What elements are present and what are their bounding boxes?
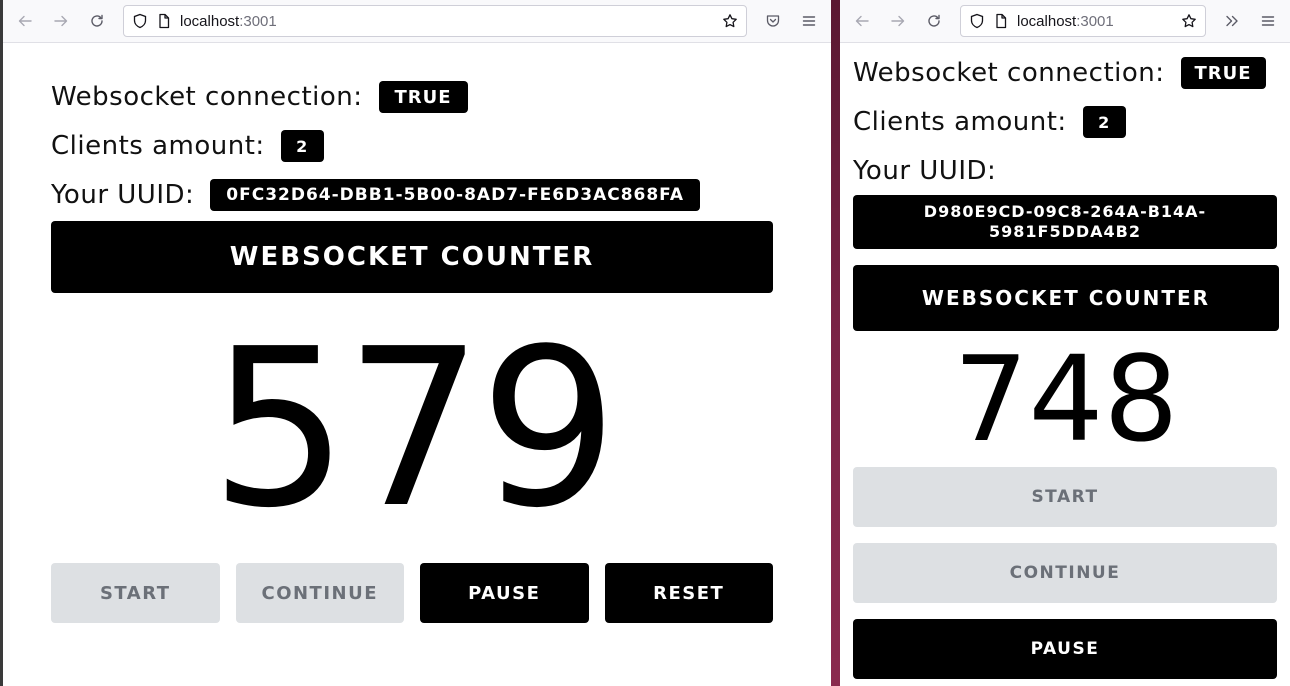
forward-arrow-icon[interactable] (882, 5, 914, 37)
continue-button[interactable]: CONTINUE (853, 543, 1277, 603)
browser-window-right: localhost:3001 Websocket connection: TRU… (840, 0, 1290, 686)
page-icon (156, 13, 172, 29)
browser-toolbar: localhost:3001 (840, 0, 1290, 43)
menu-icon[interactable] (793, 5, 825, 37)
url-bar[interactable]: localhost:3001 (123, 5, 747, 37)
pocket-icon[interactable] (757, 5, 789, 37)
star-icon[interactable] (722, 13, 738, 29)
back-arrow-icon[interactable] (846, 5, 878, 37)
url-text[interactable]: localhost:3001 (180, 13, 714, 30)
reload-icon[interactable] (918, 5, 950, 37)
back-arrow-icon[interactable] (9, 5, 41, 37)
url-host: localhost (1017, 12, 1077, 30)
clients-row: Clients amount: 2 (853, 100, 1278, 144)
websocket-status-row: Websocket connection: TRUE (853, 51, 1278, 95)
desktop: localhost:3001 Websocket connection: TRU… (0, 0, 1290, 686)
clients-count-badge: 2 (1082, 106, 1126, 138)
url-host: localhost (180, 12, 240, 30)
clients-count-badge: 2 (280, 130, 324, 162)
control-buttons: START CONTINUE PAUSE (853, 467, 1277, 679)
page-content: Websocket connection: TRUE Clients amoun… (840, 43, 1290, 679)
websocket-label: Websocket connection: (853, 58, 1165, 88)
url-bar[interactable]: localhost:3001 (960, 5, 1206, 37)
websocket-status-row: Websocket connection: TRUE (51, 77, 775, 117)
websocket-status-badge: TRUE (1180, 57, 1266, 89)
page-title: WEBSOCKET COUNTER (51, 221, 773, 293)
websocket-label: Websocket connection: (51, 82, 363, 112)
menu-icon[interactable] (1252, 5, 1284, 37)
websocket-status-badge: TRUE (378, 81, 468, 113)
page-icon (993, 13, 1009, 29)
browser-toolbar: localhost:3001 (3, 0, 831, 43)
reset-button[interactable]: RESET (604, 563, 773, 623)
url-port: :3001 (239, 12, 277, 30)
url-text[interactable]: localhost:3001 (1017, 13, 1173, 30)
pause-button[interactable]: PAUSE (420, 563, 589, 623)
desktop-background-strip (831, 0, 840, 686)
page-content: Websocket connection: TRUE Clients amoun… (3, 43, 831, 623)
uuid-badge: D980E9CD-09C8-264A-B14A-5981F5DDA4B2 (853, 195, 1277, 249)
reload-icon[interactable] (81, 5, 113, 37)
clients-label: Clients amount: (51, 131, 265, 161)
page-title: WEBSOCKET COUNTER (853, 265, 1279, 331)
url-port: :3001 (1076, 12, 1114, 30)
forward-arrow-icon[interactable] (45, 5, 77, 37)
clients-row: Clients amount: 2 (51, 126, 775, 166)
uuid-badge: 0FC32D64-DBB1-5B00-8AD7-FE6D3AC868FA (210, 179, 701, 211)
uuid-label: Your UUID: (853, 156, 997, 186)
uuid-row: Your UUID: 0FC32D64-DBB1-5B00-8AD7-FE6D3… (51, 175, 775, 215)
start-button[interactable]: START (51, 563, 220, 623)
continue-button[interactable]: CONTINUE (235, 563, 404, 623)
start-button[interactable]: START (853, 467, 1277, 527)
shield-icon[interactable] (969, 13, 985, 29)
counter-value: 579 (209, 303, 618, 556)
pause-button[interactable]: PAUSE (853, 619, 1277, 679)
shield-icon[interactable] (132, 13, 148, 29)
star-icon[interactable] (1181, 13, 1197, 29)
counter-value: 748 (953, 330, 1179, 468)
overflow-chevrons-icon[interactable] (1216, 5, 1248, 37)
clients-label: Clients amount: (853, 107, 1067, 137)
uuid-label: Your UUID: (51, 180, 195, 210)
control-buttons: START CONTINUE PAUSE RESET (51, 563, 773, 623)
browser-window-left: localhost:3001 Websocket connection: TRU… (0, 0, 831, 686)
uuid-row: Your UUID: (853, 149, 1278, 193)
